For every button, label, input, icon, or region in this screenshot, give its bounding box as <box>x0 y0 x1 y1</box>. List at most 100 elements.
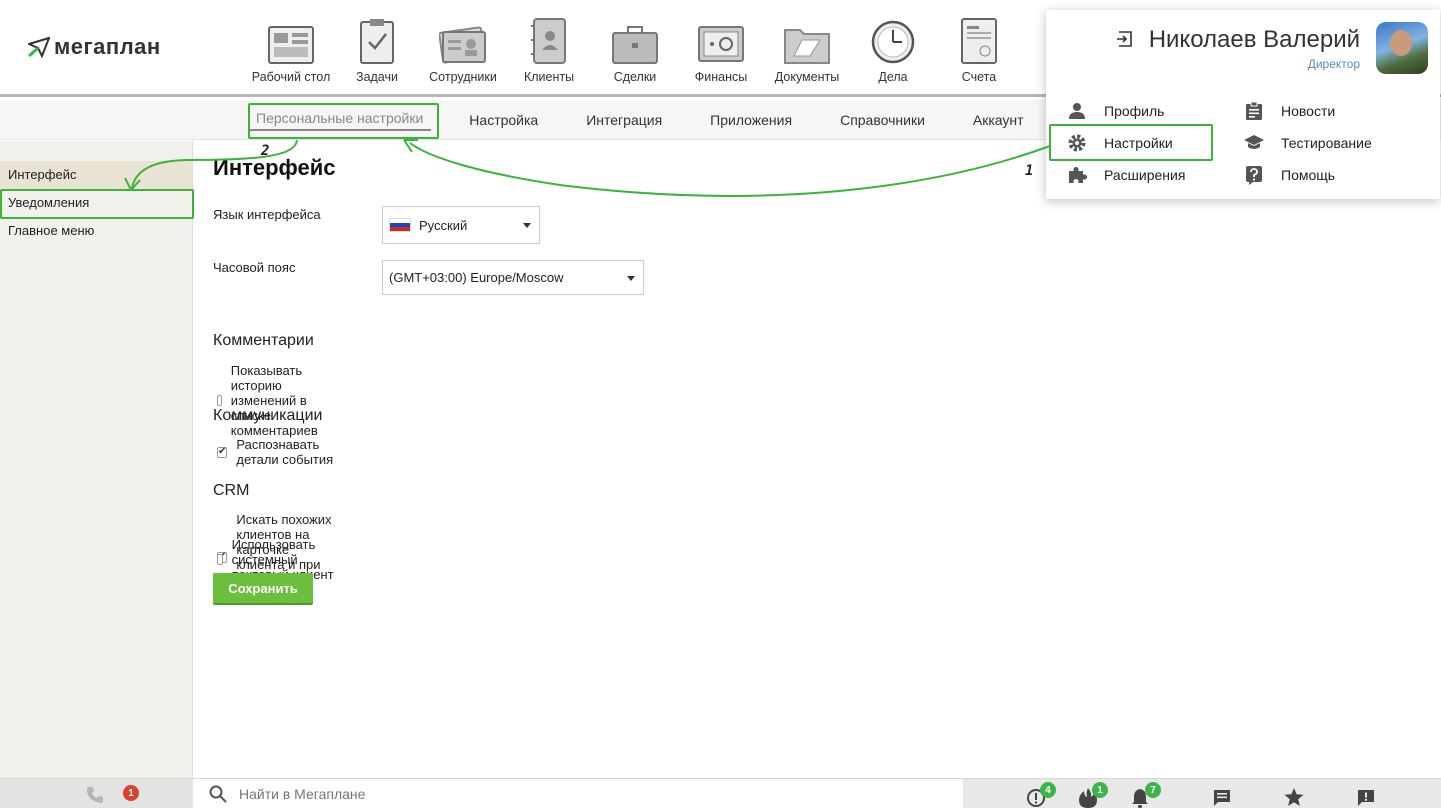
tab-setup[interactable]: Настройка <box>445 112 562 128</box>
logo[interactable]: мегаплан <box>28 34 161 60</box>
timezone-select[interactable]: (GMT+03:00) Europe/Moscow <box>382 260 644 295</box>
tab-references[interactable]: Справочники <box>816 112 949 128</box>
crm-heading: CRM <box>213 482 250 499</box>
module-invoices[interactable]: Счета <box>936 12 1022 84</box>
annotation-number-1: 1 <box>1025 163 1034 179</box>
module-clients[interactable]: Клиенты <box>506 12 592 84</box>
language-select[interactable]: Русский <box>382 206 540 244</box>
tab-applications[interactable]: Приложения <box>686 112 816 128</box>
menu-item-label: Помощь <box>1281 167 1336 183</box>
bell-badge: 7 <box>1145 782 1161 798</box>
module-label: Сделки <box>613 70 657 84</box>
page-title: Интерфейс <box>213 155 336 180</box>
module-label: Рабочий стол <box>251 70 331 84</box>
star-icon[interactable] <box>1284 787 1304 807</box>
language-label: Язык интерфейса <box>213 207 321 222</box>
timezone-value: (GMT+03:00) Europe/Moscow <box>389 270 564 285</box>
main-content: Интерфейс Язык интерфейса Русский Часово… <box>213 155 644 603</box>
help-icon <box>1246 166 1262 185</box>
menu-item-label: Тестирование <box>1281 135 1372 151</box>
module-label: Документы <box>774 70 840 84</box>
finance-icon <box>698 26 744 62</box>
modules-nav: Рабочий стол Задачи Сотрудники Клиенты С… <box>248 12 1022 84</box>
user-role: Директор <box>1307 57 1360 71</box>
event-details-option[interactable]: ✔ Распознавать детали события <box>217 437 336 467</box>
user-dropdown-panel: Николаев Валерий Директор Профиль Настро… <box>1046 10 1440 199</box>
comments-history-checkbox[interactable] <box>217 395 222 406</box>
sidebar-item-main-menu[interactable]: Главное меню <box>0 217 192 245</box>
puzzle-icon <box>1069 167 1087 183</box>
menu-item-profile[interactable]: Профиль <box>1066 100 1164 122</box>
module-label: Счета <box>961 70 997 84</box>
module-label: Финансы <box>694 70 748 84</box>
tab-account[interactable]: Аккаунт <box>949 112 1048 128</box>
tab-personal-settings[interactable]: Персональные настройки <box>248 110 432 131</box>
menu-item-testing[interactable]: Тестирование <box>1243 132 1372 154</box>
search-icon <box>209 785 227 803</box>
employees-icon <box>439 26 486 64</box>
menu-item-extensions[interactable]: Расширения <box>1066 164 1185 186</box>
search-bar[interactable] <box>193 779 963 808</box>
documents-icon <box>784 29 830 64</box>
menu-item-help[interactable]: Помощь <box>1243 164 1335 186</box>
menu-item-news[interactable]: Новости <box>1243 100 1335 122</box>
module-deals[interactable]: Сделки <box>592 12 678 84</box>
system-mail-checkbox[interactable] <box>217 554 223 565</box>
timezone-label: Часовой пояс <box>213 260 296 275</box>
module-finance[interactable]: Финансы <box>678 12 764 84</box>
checkbox-label: Распознавать детали события <box>236 437 334 467</box>
phone-badge: 1 <box>123 785 139 801</box>
module-tasks[interactable]: Задачи <box>334 12 420 84</box>
save-button[interactable]: Сохранить <box>213 573 313 603</box>
checkbox-label: Показывать историю изменений в списке ко… <box>230 363 318 438</box>
deals-icon <box>612 26 658 64</box>
module-label: Сотрудники <box>429 70 497 84</box>
module-label: Задачи <box>356 70 398 84</box>
module-documents[interactable]: Документы <box>764 12 850 84</box>
communications-heading: Коммуникации <box>213 407 323 424</box>
module-employees[interactable]: Сотрудники <box>420 12 506 84</box>
module-label: Клиенты <box>523 70 575 84</box>
feedback-icon[interactable] <box>1356 788 1376 808</box>
settings-sidebar: Интерфейс Уведомления Главное меню <box>0 141 193 778</box>
sidebar-item-interface[interactable]: Интерфейс <box>0 161 192 189</box>
menu-item-label: Настройки <box>1104 135 1173 151</box>
arrow-settings-to-tab <box>409 142 1051 197</box>
sidebar-item-notifications[interactable]: Уведомления <box>0 189 192 217</box>
tasks-icon <box>360 19 394 64</box>
chevron-down-icon <box>627 276 635 281</box>
module-desktop[interactable]: Рабочий стол <box>248 12 334 84</box>
logo-icon <box>28 36 50 58</box>
menu-item-label: Расширения <box>1104 167 1186 183</box>
bottom-bar: 1 4 1 7 <box>0 778 1441 808</box>
module-affairs[interactable]: Дела <box>850 12 936 84</box>
logout-icon[interactable] <box>1116 30 1134 48</box>
comments-history-option[interactable]: Показывать историю изменений в списке ко… <box>217 363 336 438</box>
menu-item-settings[interactable]: Настройки <box>1066 132 1173 154</box>
person-icon <box>1069 103 1085 119</box>
phone-icon[interactable] <box>86 786 104 804</box>
graduation-cap-icon <box>1244 135 1264 149</box>
clients-icon <box>531 18 566 64</box>
alerts-badge: 4 <box>1040 782 1056 798</box>
module-label: Дела <box>878 70 908 84</box>
invoices-icon <box>961 18 997 64</box>
gear-icon <box>1068 134 1086 152</box>
menu-item-label: Новости <box>1281 103 1336 119</box>
chevron-down-icon <box>523 223 531 228</box>
search-input[interactable] <box>239 786 919 802</box>
desktop-icon <box>268 26 314 64</box>
annotation-number-2: 2 <box>261 143 270 159</box>
language-value: Русский <box>419 217 468 233</box>
user-name[interactable]: Николаев Валерий <box>1149 26 1360 54</box>
menu-item-label: Профиль <box>1104 103 1165 119</box>
avatar[interactable] <box>1376 22 1428 74</box>
arrow-head-1 <box>403 139 418 153</box>
event-details-checkbox[interactable]: ✔ <box>217 446 228 458</box>
bottom-left-panel: 1 <box>0 779 193 808</box>
tab-integration[interactable]: Интеграция <box>562 112 686 128</box>
hot-badge: 1 <box>1092 782 1108 798</box>
clipboard-icon <box>1246 101 1262 120</box>
chat-icon[interactable] <box>1212 788 1232 808</box>
russian-flag-icon <box>389 218 411 232</box>
